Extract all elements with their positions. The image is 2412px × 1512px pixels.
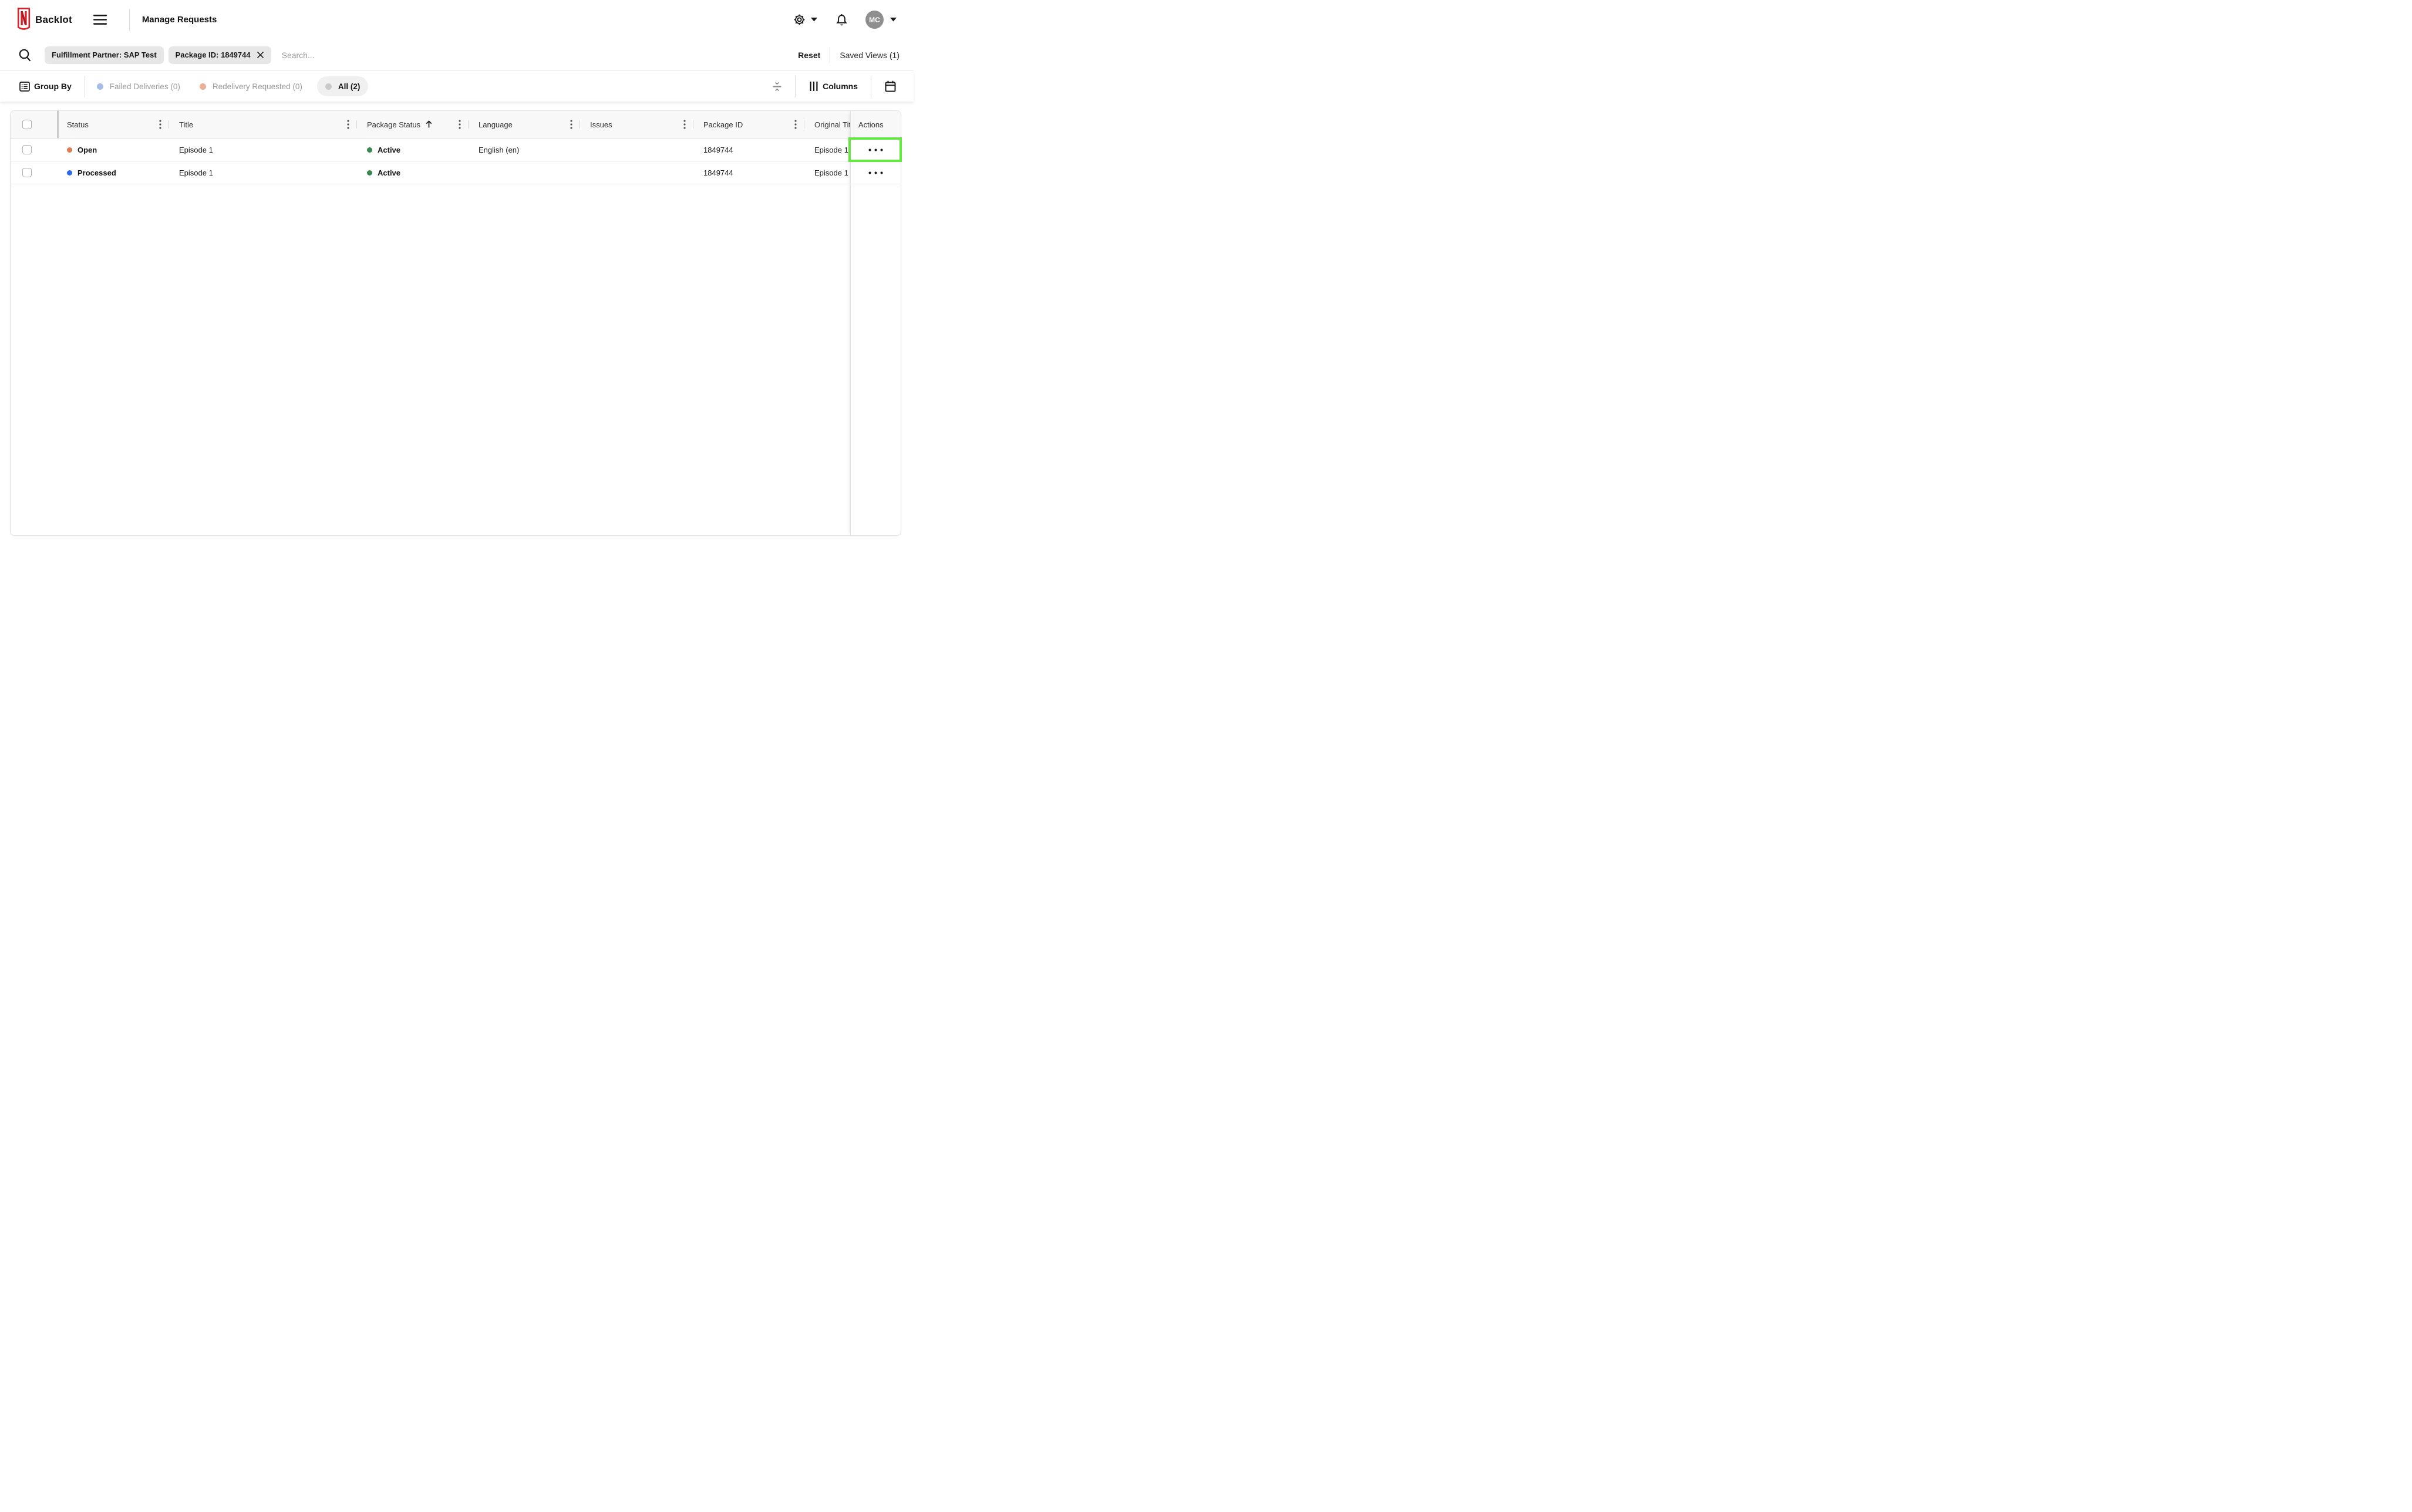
search-bar-actions: Reset Saved Views (1) — [798, 47, 900, 63]
collapse-rows-icon[interactable] — [772, 82, 782, 92]
settings-gear-icon[interactable] — [793, 14, 806, 26]
row-actions-button[interactable] — [851, 161, 901, 184]
user-avatar[interactable]: MC — [865, 11, 884, 29]
column-header-language[interactable]: Language — [469, 111, 580, 138]
language-cell: English (en) — [479, 145, 520, 154]
reset-filters-button[interactable]: Reset — [798, 50, 820, 60]
all-dot — [325, 83, 332, 90]
group-by-label: Group By — [34, 82, 72, 91]
row-actions-button[interactable] — [851, 139, 901, 161]
sort-ascending-arrow-icon[interactable] — [425, 120, 433, 129]
table-header-row: Status Title Package Status Language Iss… — [11, 111, 901, 139]
column-menu-kebab-icon[interactable] — [570, 120, 572, 129]
column-header-title[interactable]: Title — [169, 111, 357, 138]
row-checkbox[interactable] — [22, 168, 32, 177]
manage-requests-page: Backlot Manage Requests MC Fulfillment P… — [0, 0, 914, 573]
top-app-bar: Backlot Manage Requests MC — [0, 0, 914, 39]
language-cell — [469, 161, 580, 184]
tab-label: Redelivery Requested (0) — [212, 82, 302, 91]
tab-failed-deliveries[interactable]: Failed Deliveries (0) — [96, 82, 180, 91]
netflix-logo-icon — [17, 8, 31, 32]
status-dot — [67, 170, 72, 176]
requests-table: Status Title Package Status Language Iss… — [10, 110, 902, 536]
tab-label: Failed Deliveries (0) — [109, 82, 180, 91]
notifications-bell-icon[interactable] — [836, 14, 848, 26]
column-menu-kebab-icon[interactable] — [794, 120, 797, 129]
table-row[interactable]: Processed Episode 1 Active 1849744 Episo… — [11, 161, 901, 184]
status-cell: Processed — [57, 161, 169, 184]
column-header-status[interactable]: Status — [57, 111, 169, 138]
search-icon — [18, 48, 32, 62]
column-header-package-status[interactable]: Package Status — [357, 111, 469, 138]
tab-all[interactable]: All (2) — [316, 76, 369, 96]
package-status-dot — [367, 147, 372, 153]
issues-cell — [580, 139, 693, 161]
filter-chip-fulfillment-partner[interactable]: Fulfillment Partner: SAP Test — [45, 46, 164, 64]
search-filter-bar: Fulfillment Partner: SAP Test Package ID… — [0, 39, 914, 71]
remove-chip-close-icon[interactable] — [257, 51, 264, 59]
row-checkbox[interactable] — [22, 145, 32, 154]
failed-deliveries-dot — [96, 83, 103, 90]
redelivery-requested-dot — [199, 83, 206, 90]
column-header-actions: Actions — [851, 111, 901, 139]
package-status-cell: Active — [357, 161, 469, 184]
toolbar-right-actions: Columns — [772, 75, 896, 97]
columns-label: Columns — [823, 82, 858, 91]
status-cell: Open — [57, 139, 169, 161]
column-header-package-id[interactable]: Package ID — [693, 111, 804, 138]
package-id-cell: 1849744 — [703, 145, 733, 154]
table-row[interactable]: Open Episode 1 Active English (en) 18497… — [11, 139, 901, 161]
issues-cell — [580, 161, 693, 184]
column-menu-kebab-icon[interactable] — [683, 120, 686, 129]
column-menu-kebab-icon[interactable] — [347, 120, 349, 129]
row-select-cell — [11, 139, 57, 161]
column-menu-kebab-icon[interactable] — [459, 120, 461, 129]
select-all-checkbox[interactable] — [22, 120, 32, 129]
toolbar-divider — [795, 75, 796, 97]
filter-chip-label: Package ID: 1849744 — [175, 50, 251, 59]
hamburger-menu-icon[interactable] — [93, 14, 107, 25]
group-by-button[interactable]: Group By — [19, 81, 72, 92]
page-title: Manage Requests — [142, 15, 217, 25]
status-dot — [67, 147, 72, 153]
settings-caret-down-icon[interactable] — [811, 18, 817, 22]
tab-redelivery-requested[interactable]: Redelivery Requested (0) — [199, 82, 302, 91]
column-menu-kebab-icon[interactable] — [159, 120, 161, 129]
topbar-actions: MC — [793, 11, 897, 29]
package-status-dot — [367, 170, 372, 176]
saved-views-button[interactable]: Saved Views (1) — [840, 50, 900, 60]
topbar-divider — [129, 8, 130, 31]
package-id-cell: 1849744 — [703, 168, 733, 177]
pinned-actions-column: Actions — [850, 111, 901, 535]
package-status-cell: Active — [357, 139, 469, 161]
brand-name: Backlot — [35, 14, 72, 25]
column-header-issues[interactable]: Issues — [580, 111, 693, 138]
search-input[interactable] — [281, 50, 458, 60]
filter-chip-label: Fulfillment Partner: SAP Test — [52, 50, 157, 59]
account-caret-down-icon[interactable] — [890, 18, 897, 22]
select-all-cell — [11, 111, 57, 138]
columns-button[interactable]: Columns — [810, 82, 858, 91]
group-by-list-icon — [19, 81, 30, 92]
title-cell: Episode 1 — [179, 168, 213, 177]
row-select-cell — [11, 161, 57, 184]
calendar-icon[interactable] — [885, 80, 896, 92]
tab-label: All (2) — [338, 82, 361, 91]
columns-bars-icon — [810, 82, 818, 91]
filter-chip-package-id[interactable]: Package ID: 1849744 — [168, 46, 271, 64]
table-toolbar: Group By Failed Deliveries (0) Redeliver… — [0, 71, 914, 102]
title-cell: Episode 1 — [179, 145, 213, 154]
